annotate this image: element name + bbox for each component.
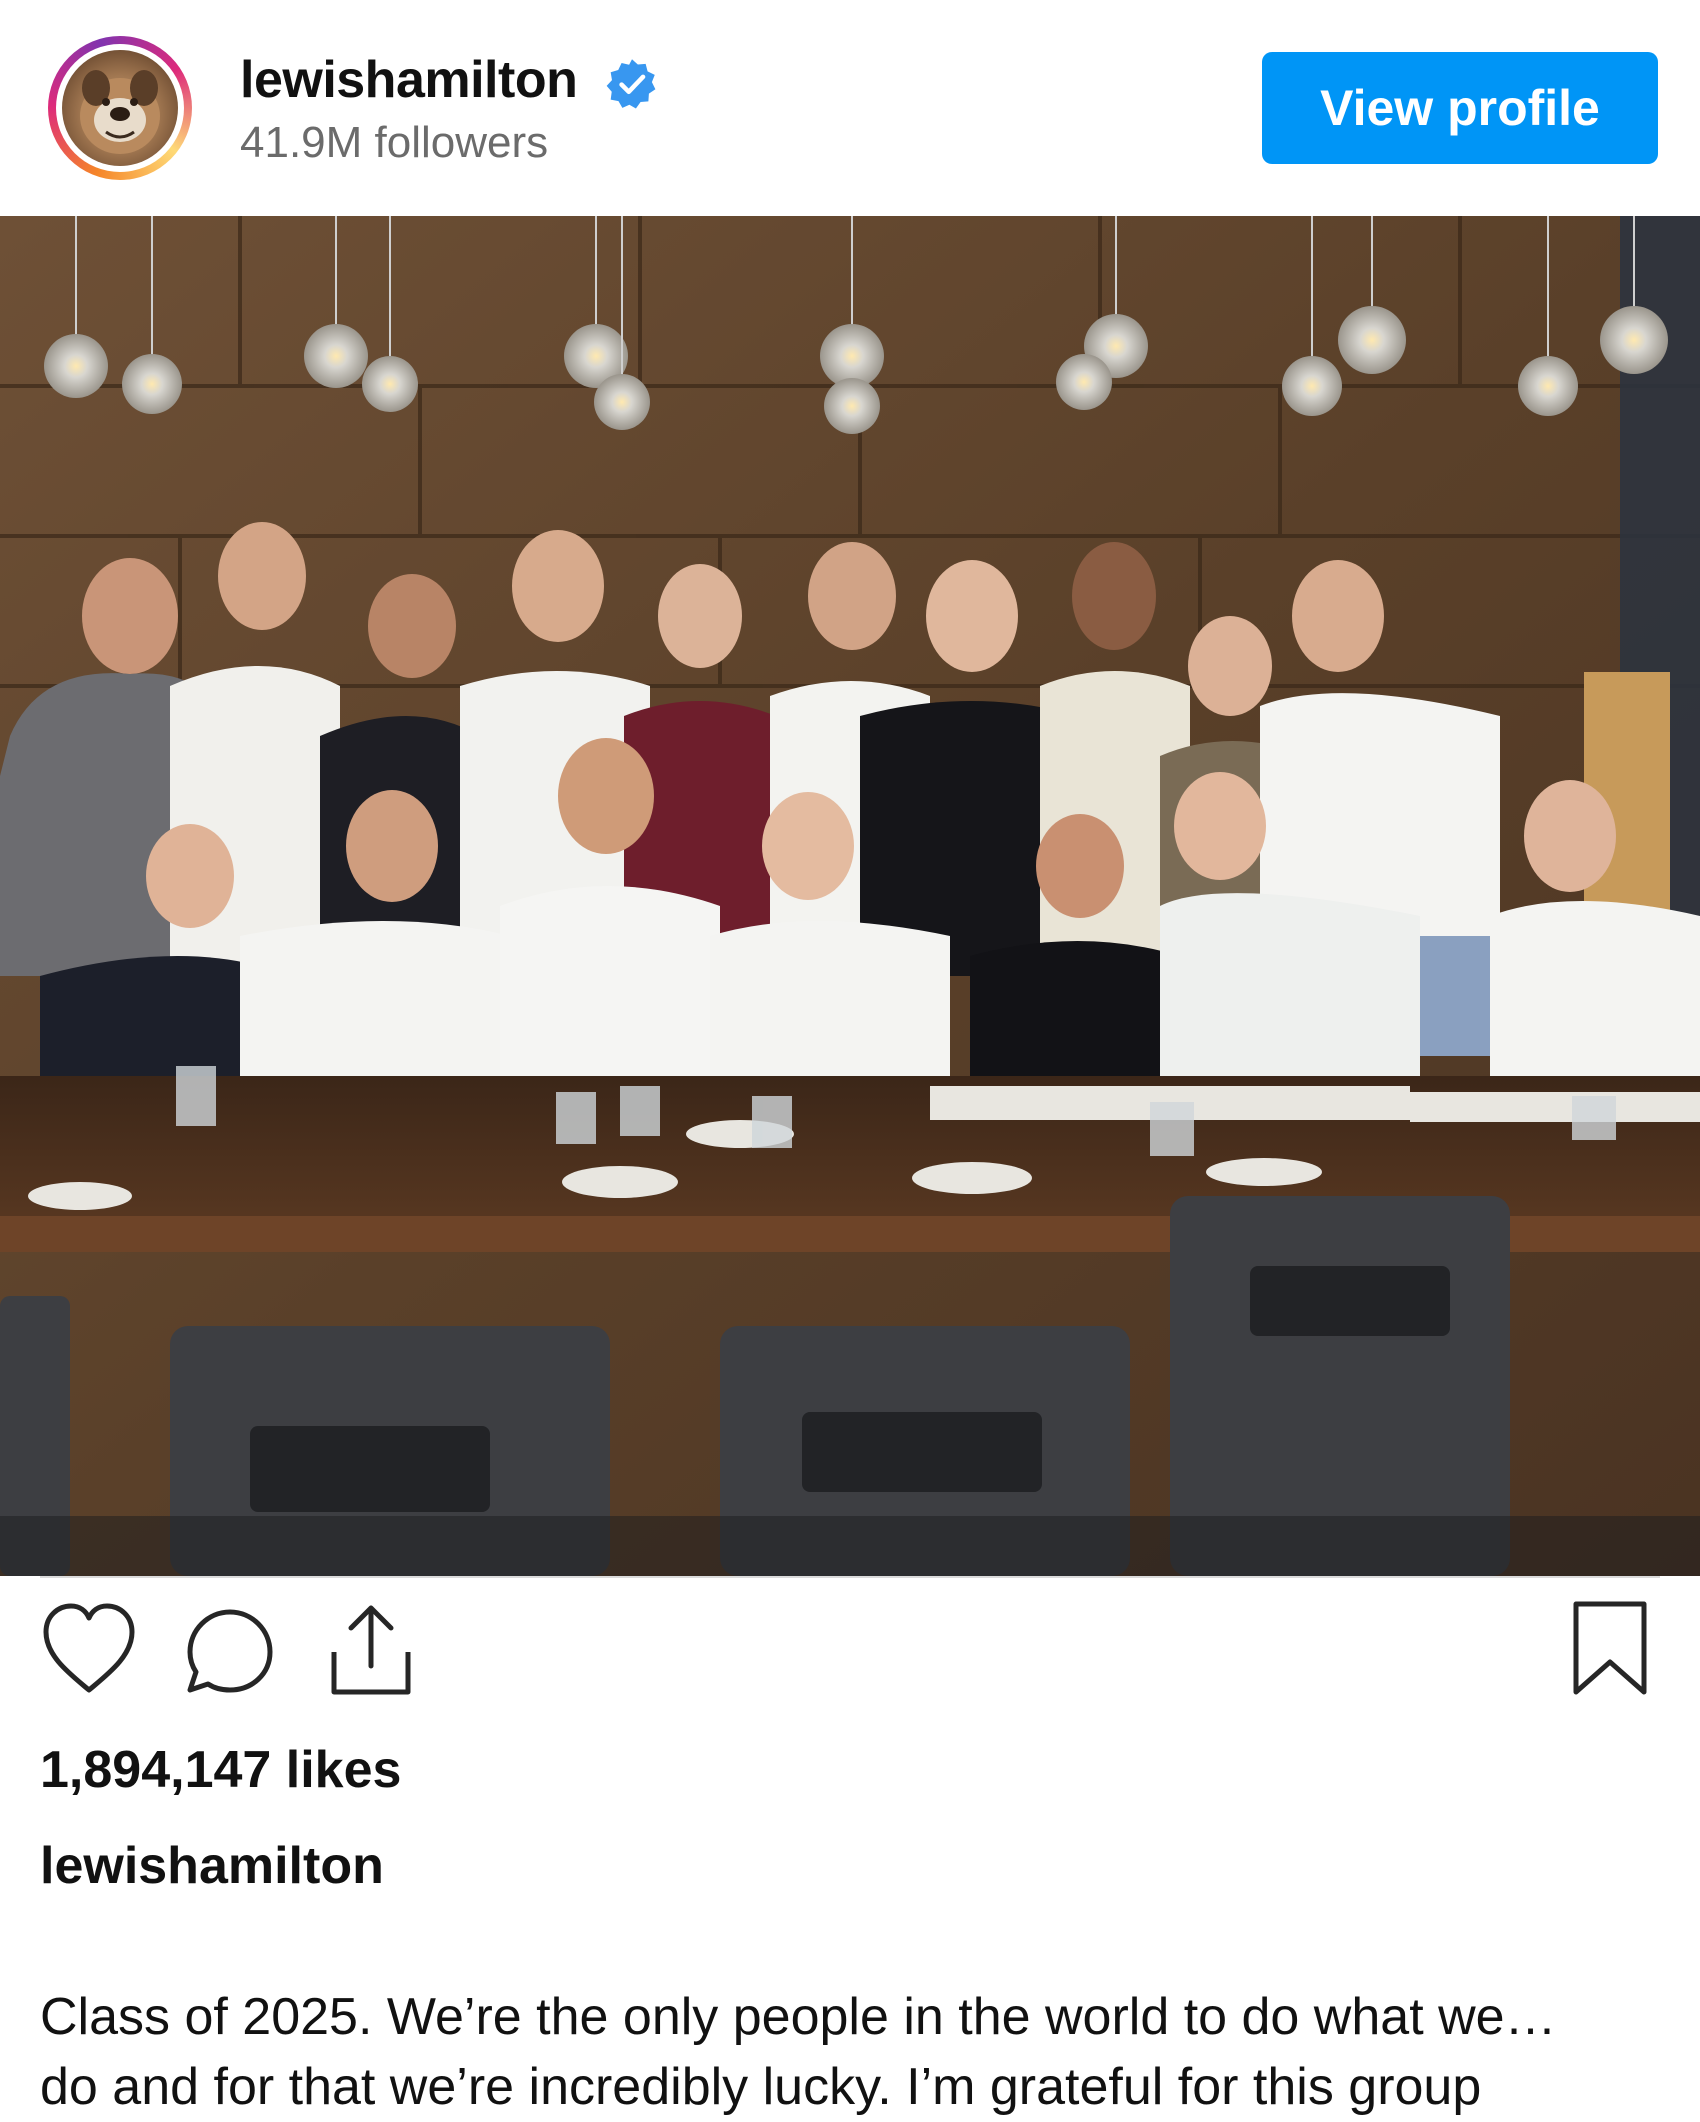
share-icon[interactable]	[326, 1600, 416, 1700]
action-bar	[0, 1600, 1700, 1710]
bookmark-icon[interactable]	[1570, 1600, 1650, 1700]
post-photo[interactable]	[0, 216, 1700, 1576]
post-header: lewishamilton 41.9M followers View profi…	[0, 0, 1700, 216]
view-profile-button[interactable]: View profile	[1262, 52, 1658, 164]
verified-badge-icon	[606, 59, 656, 109]
like-count[interactable]: 1,894,147 likes	[40, 1740, 401, 1800]
caption-line-2: do and for that we’re incredibly lucky. …	[40, 2058, 1482, 2116]
comment-icon[interactable]	[182, 1600, 280, 1700]
caption-text[interactable]: Class of 2025. We’re the only people in …	[40, 1982, 1660, 2122]
avatar[interactable]	[56, 44, 184, 172]
profile-avatar-ring[interactable]	[48, 36, 192, 180]
post-username[interactable]: lewishamilton	[240, 50, 578, 110]
group-photo-image	[0, 216, 1700, 1576]
caption-line-1: Class of 2025. We’re the only people in …	[40, 1988, 1557, 2046]
divider	[40, 1576, 1660, 1578]
follower-count: 41.9M followers	[240, 118, 549, 167]
caption-username[interactable]: lewishamilton	[40, 1836, 384, 1896]
heart-icon[interactable]	[40, 1600, 138, 1700]
bulldog-avatar-image	[62, 50, 178, 166]
